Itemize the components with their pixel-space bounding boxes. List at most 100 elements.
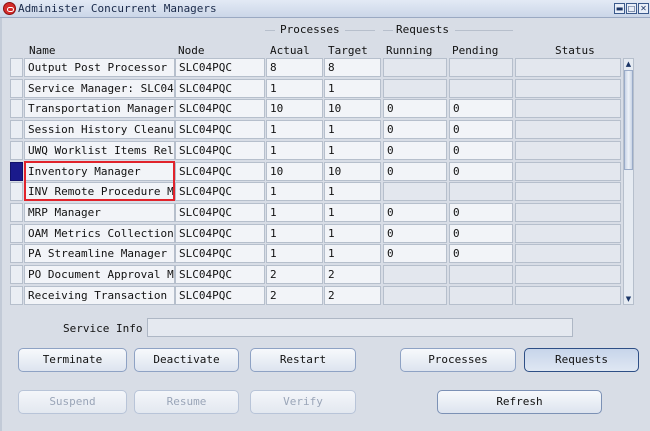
cell-status[interactable] [515, 285, 621, 305]
cell-pending[interactable] [449, 58, 513, 77]
cell-target[interactable]: 1 [324, 182, 381, 202]
cell-actual[interactable]: 1 [266, 202, 323, 222]
cell-pending[interactable]: 0 [449, 223, 513, 243]
suspend-button[interactable]: Suspend [18, 390, 127, 414]
cell-target[interactable]: 10 [324, 99, 381, 119]
table-row[interactable]: Service Manager: SLC04PQCSLC04PQC11 [0, 78, 621, 99]
processes-button[interactable]: Processes [400, 348, 516, 372]
table-row[interactable]: UWQ Worklist Items ReleaseSLC04PQC1100 [0, 140, 621, 161]
cell-actual[interactable]: 8 [266, 58, 323, 77]
table-row[interactable]: PA Streamline Manager SLC04PQC 1 1 0 0 [0, 244, 621, 264]
cell-target[interactable]: 10 [324, 161, 381, 181]
cell-actual[interactable]: 2 [266, 265, 323, 284]
cell-running[interactable] [383, 265, 447, 284]
cell-name[interactable]: Transportation Manager [24, 99, 175, 119]
cell-target[interactable]: 8 [324, 58, 381, 77]
scroll-up-icon[interactable]: ▲ [624, 59, 633, 69]
cell-node[interactable]: SLC04PQC [175, 285, 265, 305]
cell-running[interactable]: 0 [383, 244, 447, 264]
table-row[interactable]: Receiving Transaction ManagerSLC04PQC22 [0, 285, 621, 306]
deactivate-button[interactable]: Deactivate [134, 348, 239, 372]
cell-node[interactable]: SLC04PQC [175, 161, 265, 181]
cell-status[interactable] [515, 161, 621, 181]
row-selector[interactable] [10, 78, 23, 98]
cell-name[interactable]: Output Post Processor [24, 58, 175, 77]
cell-pending[interactable] [449, 182, 513, 202]
cell-actual[interactable]: 2 [266, 285, 323, 305]
cell-name[interactable]: Session History Cleanup [24, 120, 175, 140]
cell-actual[interactable]: 1 [266, 120, 323, 140]
cell-node[interactable]: SLC04PQC [175, 58, 265, 77]
cell-status[interactable] [515, 182, 621, 202]
row-selector[interactable] [10, 161, 23, 181]
row-selector[interactable] [10, 99, 23, 119]
cell-actual[interactable]: 1 [266, 140, 323, 160]
close-icon[interactable]: ✕ [638, 3, 649, 14]
cell-name[interactable]: PO Document Approval Manager [24, 265, 175, 284]
cell-running[interactable]: 0 [383, 202, 447, 222]
cell-name[interactable]: MRP Manager [24, 202, 175, 222]
minimize-icon[interactable]: ▬ [614, 3, 625, 14]
table-row[interactable]: OAM Metrics Collection ManagerSLC04PQC11… [0, 223, 621, 244]
cell-pending[interactable] [449, 78, 513, 98]
cell-running[interactable]: 0 [383, 99, 447, 119]
cell-actual[interactable]: 1 [266, 223, 323, 243]
restart-button[interactable]: Restart [250, 348, 356, 372]
row-selector[interactable] [10, 285, 23, 305]
cell-pending[interactable]: 0 [449, 161, 513, 181]
cell-actual[interactable]: 10 [266, 99, 323, 119]
cell-running[interactable] [383, 182, 447, 202]
cell-pending[interactable] [449, 265, 513, 284]
cell-status[interactable] [515, 99, 621, 119]
cell-target[interactable]: 1 [324, 120, 381, 140]
cell-node[interactable]: SLC04PQC [175, 223, 265, 243]
cell-status[interactable] [515, 140, 621, 160]
cell-name[interactable]: PA Streamline Manager [24, 244, 175, 264]
cell-name[interactable]: Inventory Manager [24, 161, 175, 181]
cell-node[interactable]: SLC04PQC [175, 99, 265, 119]
row-selector[interactable] [10, 202, 23, 222]
cell-name[interactable]: UWQ Worklist Items Release [24, 140, 175, 160]
cell-pending[interactable]: 0 [449, 140, 513, 160]
cell-target[interactable]: 1 [324, 78, 381, 98]
cell-name[interactable]: OAM Metrics Collection Manager [24, 223, 175, 243]
row-selector[interactable] [10, 120, 23, 140]
cell-node[interactable]: SLC04PQC [175, 182, 265, 202]
refresh-button[interactable]: Refresh [437, 390, 602, 414]
cell-target[interactable]: 1 [324, 202, 381, 222]
cell-pending[interactable]: 0 [449, 99, 513, 119]
cell-pending[interactable]: 0 [449, 244, 513, 264]
row-selector[interactable] [10, 58, 23, 77]
cell-actual[interactable]: 1 [266, 182, 323, 202]
cell-running[interactable] [383, 285, 447, 305]
cell-running[interactable]: 0 [383, 140, 447, 160]
scroll-down-icon[interactable]: ▼ [624, 294, 633, 304]
cell-target[interactable]: 1 [324, 223, 381, 243]
cell-status[interactable] [515, 58, 621, 77]
service-info-field[interactable] [147, 318, 573, 337]
table-row[interactable]: MRP Manager SLC04PQC 1 1 0 0 [0, 202, 621, 223]
vertical-scrollbar[interactable]: ▲ ▼ [623, 58, 634, 305]
cell-node[interactable]: SLC04PQC [175, 120, 265, 140]
table-row[interactable]: Session History Cleanup SLC04PQC 1 1 0 0 [0, 120, 621, 140]
cell-status[interactable] [515, 265, 621, 284]
cell-running[interactable] [383, 58, 447, 77]
scroll-thumb[interactable] [624, 70, 633, 170]
cell-status[interactable] [515, 223, 621, 243]
cell-status[interactable] [515, 202, 621, 222]
table-row[interactable]: PO Document Approval ManagerSLC04PQC22 [0, 265, 621, 285]
cell-running[interactable] [383, 78, 447, 98]
cell-actual[interactable]: 1 [266, 78, 323, 98]
row-selector[interactable] [10, 265, 23, 284]
cell-node[interactable]: SLC04PQC [175, 140, 265, 160]
terminate-button[interactable]: Terminate [18, 348, 127, 372]
cell-running[interactable]: 0 [383, 223, 447, 243]
row-selector[interactable] [10, 182, 23, 202]
cell-status[interactable] [515, 244, 621, 264]
verify-button[interactable]: Verify [250, 390, 356, 414]
table-row[interactable]: Transportation Manager SLC04PQC 10 10 0 0 [0, 99, 621, 119]
cell-pending[interactable]: 0 [449, 202, 513, 222]
row-selector[interactable] [10, 223, 23, 243]
cell-actual[interactable]: 10 [266, 161, 323, 181]
cell-name[interactable]: Receiving Transaction Manager [24, 285, 175, 305]
